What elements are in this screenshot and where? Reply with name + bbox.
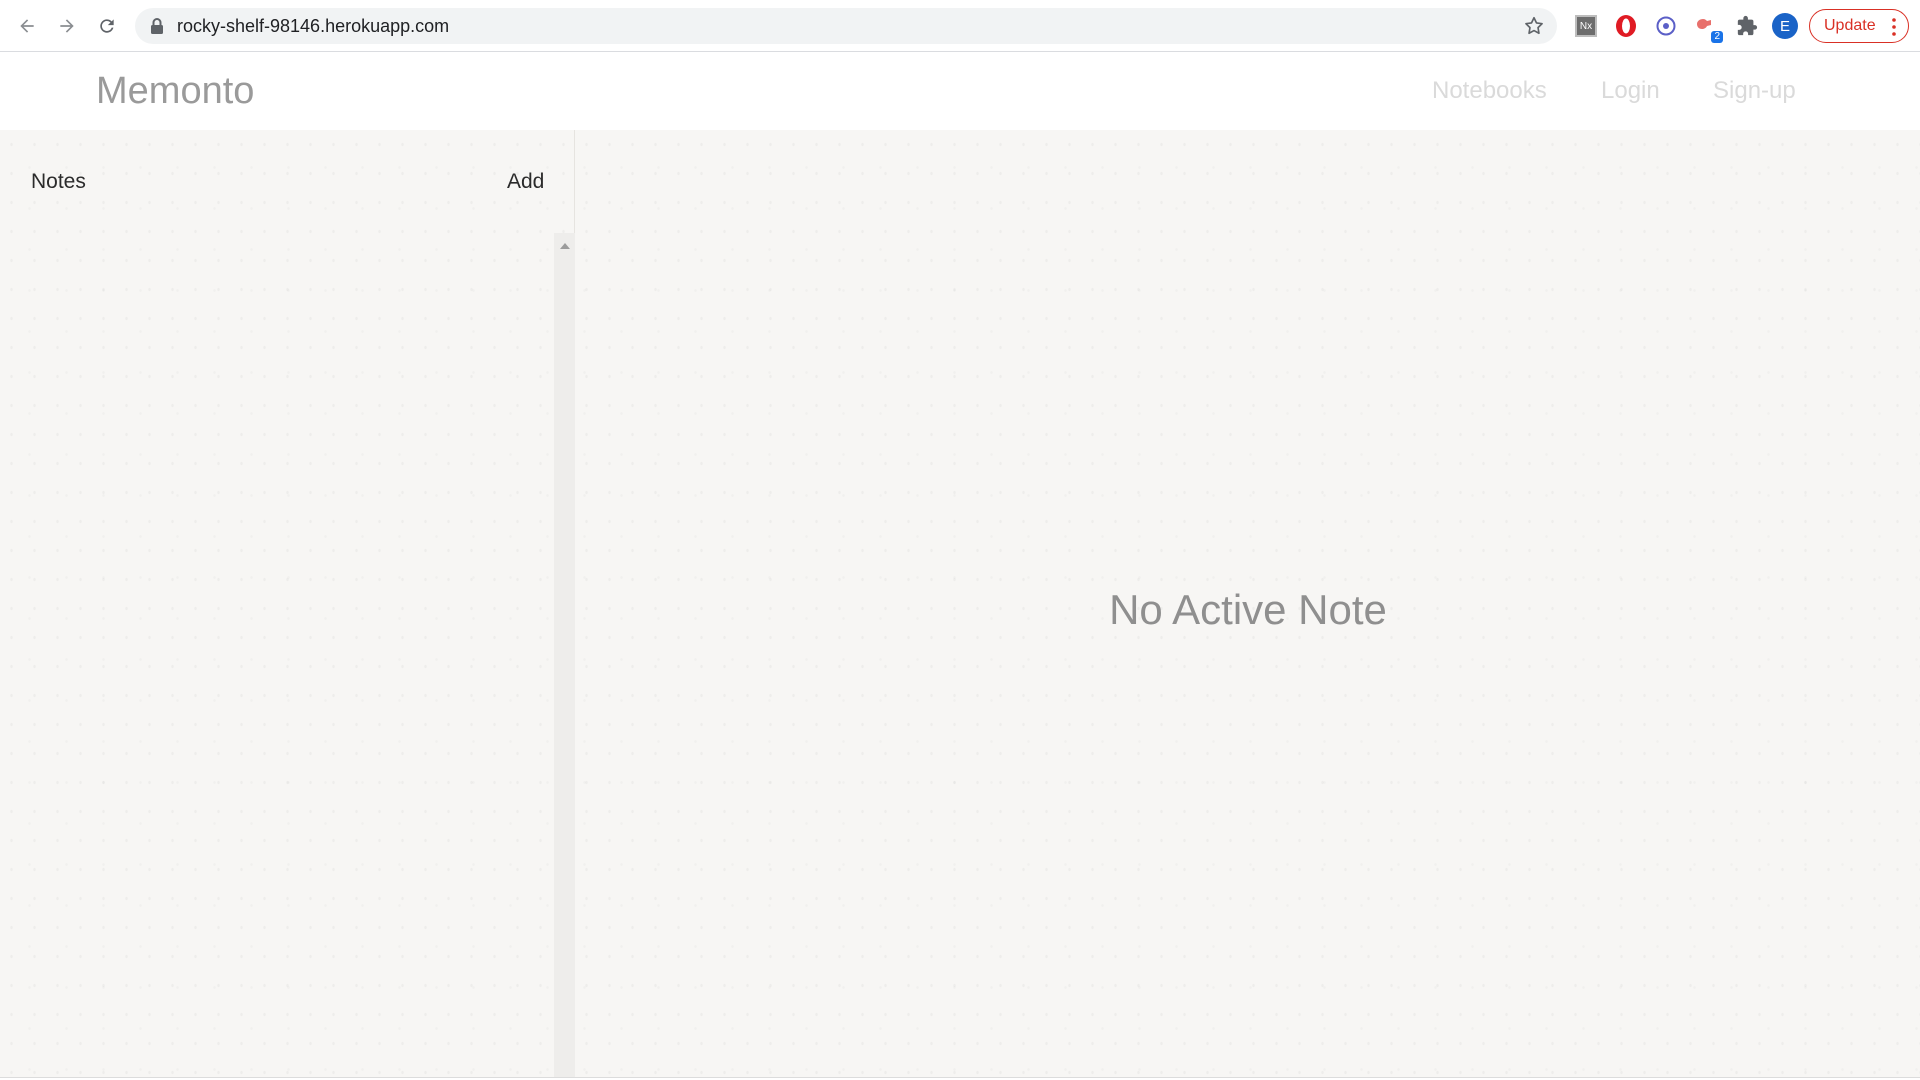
back-icon <box>20 19 34 33</box>
circle-extension-icon <box>1656 16 1676 36</box>
brand-logo[interactable]: Memonto <box>96 52 254 130</box>
forward-icon <box>60 19 74 33</box>
back-button[interactable] <box>13 12 41 40</box>
profile-button[interactable]: E <box>1772 13 1798 39</box>
translate-extension-button[interactable]: 2 <box>1693 13 1723 43</box>
empty-state-message: No Active Note <box>1109 586 1387 633</box>
star-icon[interactable] <box>1523 15 1545 37</box>
nav-signup-link[interactable]: Sign-up <box>1713 52 1796 130</box>
note-editor-pane: No Active Note <box>576 130 1920 1080</box>
reload-button[interactable] <box>93 12 121 40</box>
lock-icon <box>151 18 163 34</box>
kebab-menu-icon <box>1892 18 1896 36</box>
update-label: Update <box>1824 17 1876 34</box>
notes-list[interactable] <box>0 233 554 1080</box>
nx-extension-icon: Nx <box>1575 15 1597 37</box>
nx-extension-button[interactable]: Nx <box>1573 13 1599 39</box>
notes-heading: Notes <box>31 170 86 193</box>
notes-scrollbar[interactable] <box>554 233 575 1080</box>
address-bar[interactable]: rocky-shelf-98146.herokuapp.com <box>135 8 1557 44</box>
update-button[interactable]: Update <box>1809 9 1909 43</box>
opera-icon <box>1616 15 1636 37</box>
nav-login-link[interactable]: Login <box>1601 52 1660 130</box>
browser-toolbar: rocky-shelf-98146.herokuapp.com Nx 2 E U… <box>0 0 1920 52</box>
nx-label: Nx <box>1579 20 1593 32</box>
url-text[interactable]: rocky-shelf-98146.herokuapp.com <box>177 8 449 44</box>
opera-extension-button[interactable] <box>1613 13 1639 39</box>
translate-badge: 2 <box>1711 31 1723 43</box>
forward-button[interactable] <box>53 12 81 40</box>
scroll-up-arrow-icon[interactable] <box>560 243 570 249</box>
site-header: Memonto Notebooks Login Sign-up <box>0 52 1920 130</box>
reload-icon <box>100 19 114 33</box>
circle-extension-button[interactable] <box>1653 13 1679 39</box>
add-note-button[interactable]: Add <box>507 170 544 194</box>
nav-notebooks-link[interactable]: Notebooks <box>1432 52 1547 130</box>
notes-sidebar: Notes Add <box>0 130 575 1080</box>
puzzle-icon <box>1737 15 1758 36</box>
app-content: Notes Add No Active Note <box>0 130 1920 1080</box>
avatar: E <box>1772 13 1798 39</box>
extensions-button[interactable] <box>1734 13 1760 39</box>
